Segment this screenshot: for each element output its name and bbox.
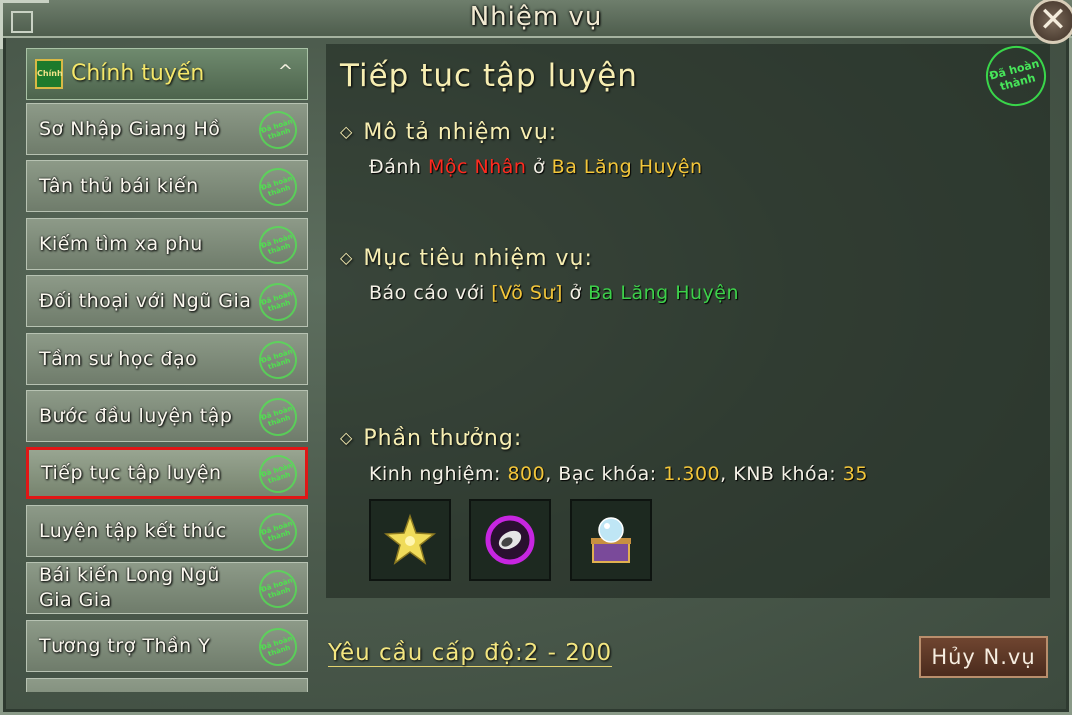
- description-heading: ◇ Mô tả nhiệm vụ:: [340, 120, 557, 145]
- target-location-link[interactable]: Ba Lăng Huyện: [552, 156, 703, 178]
- quest-label: Tương trợ Thần Y: [39, 634, 211, 657]
- knb-label: KNB khóa:: [733, 463, 837, 485]
- exp-value: 800: [507, 463, 546, 485]
- objective-text: Báo cáo với [Võ Sư] ở Ba Lăng Huyện: [369, 282, 739, 304]
- completed-stamp-icon: Đã hoàn thành: [254, 336, 302, 384]
- quest-item[interactable]: Sơ Nhập Giang Hồ Đã hoàn thành: [26, 103, 308, 155]
- quest-title: Tiếp tục tập luyện: [340, 58, 638, 94]
- npc-location-link[interactable]: Ba Lăng Huyện: [588, 282, 739, 304]
- crystal-chest-icon: [591, 517, 631, 563]
- rewards-text: Kinh nghiệm: 800, Bạc khóa: 1.300, KNB k…: [369, 463, 868, 485]
- description-verb: Đánh: [369, 156, 422, 178]
- reward-slot[interactable]: [469, 499, 551, 581]
- quest-label: Đối thoại với Ngũ Gia: [39, 289, 252, 312]
- corner-ornament-icon: [0, 0, 49, 49]
- silver-label: Bạc khóa:: [558, 463, 657, 485]
- diamond-bullet-icon: ◇: [340, 428, 354, 447]
- objective-verb: Báo cáo với: [369, 282, 485, 304]
- rewards-heading-text: Phần thưởng:: [363, 426, 523, 451]
- purple-orb-icon: [485, 515, 535, 565]
- category-label: Chính tuyến: [71, 61, 205, 86]
- completed-stamp-icon: Đã hoàn thành: [254, 393, 302, 441]
- reward-slot[interactable]: [570, 499, 652, 581]
- close-button[interactable]: ✕: [1030, 0, 1072, 44]
- target-monster-link[interactable]: Mộc Nhân: [428, 156, 526, 178]
- title-bar: Nhiệm vụ: [0, 0, 1072, 38]
- completed-stamp-icon: Đã hoàn thành: [254, 163, 302, 211]
- objective-heading-text: Mục tiêu nhiệm vụ:: [363, 246, 593, 271]
- completed-stamp-icon: Đã hoàn thành: [254, 221, 302, 269]
- quest-item[interactable]: Tân thủ bái kiến Đã hoàn thành: [26, 160, 308, 212]
- quest-item[interactable]: Bước đầu luyện tập Đã hoàn thành: [26, 390, 308, 442]
- diamond-bullet-icon: ◇: [340, 122, 354, 141]
- level-requirement: Yêu cầu cấp độ:2 - 200: [328, 640, 613, 667]
- quest-label: Tân thủ bái kiến: [39, 174, 199, 197]
- chevron-up-icon[interactable]: ^: [278, 61, 293, 82]
- quest-label: Luyện tập kết thúc: [39, 519, 227, 542]
- description-text: Đánh Mộc Nhân ở Ba Lăng Huyện: [369, 156, 703, 178]
- quest-item[interactable]: Tầm sư học đạo Đã hoàn thành: [26, 333, 308, 385]
- objective-prep: ở: [569, 282, 582, 304]
- main-quest-badge-icon: Chính: [35, 59, 63, 89]
- category-main-quest[interactable]: Chính Chính tuyến ^: [26, 48, 308, 100]
- quest-item[interactable]: Kiếm tìm xa phu Đã hoàn thành: [26, 218, 308, 270]
- completed-stamp-icon: Đã hoàn thành: [254, 508, 302, 556]
- quest-list: Chính Chính tuyến ^ Sơ Nhập Giang Hồ Đã …: [20, 44, 316, 692]
- diamond-bullet-icon: ◇: [340, 248, 354, 267]
- quest-item[interactable]: Luyện tập kết thúc Đã hoàn thành: [26, 505, 308, 557]
- objective-heading: ◇ Mục tiêu nhiệm vụ:: [340, 246, 593, 271]
- quest-label: Kiếm tìm xa phu: [39, 232, 203, 255]
- quest-label: Bái kiến Long Ngũ Gia Gia: [39, 564, 220, 611]
- knb-value: 35: [842, 463, 868, 485]
- rewards-heading: ◇ Phần thưởng:: [340, 426, 522, 451]
- completed-stamp-icon: Đã hoàn thành: [254, 278, 302, 326]
- quest-label: Tầm sư học đạo: [39, 347, 198, 370]
- npc-link[interactable]: [Võ Sư]: [491, 282, 563, 304]
- quest-label: Sơ Nhập Giang Hồ: [39, 117, 221, 140]
- exp-label: Kinh nghiệm:: [369, 463, 501, 485]
- silver-value: 1.300: [663, 463, 721, 485]
- level-value: 2 - 200: [523, 640, 613, 666]
- quest-item-selected[interactable]: Tiếp tục tập luyện Đã hoàn thành: [26, 447, 308, 499]
- completed-stamp-icon: Đã hoàn thành: [254, 450, 302, 498]
- completed-stamp-icon: Đã hoàn thành: [254, 565, 302, 613]
- window-title: Nhiệm vụ: [469, 2, 603, 32]
- description-heading-text: Mô tả nhiệm vụ:: [363, 120, 558, 145]
- quest-item[interactable]: Đối thoại với Ngũ Gia Đã hoàn thành: [26, 275, 308, 327]
- quest-window: Nhiệm vụ ✕ Chính Chính tuyến ^ Sơ Nhập G…: [0, 0, 1072, 715]
- completed-stamp-icon: Đã hoàn thành: [254, 106, 302, 154]
- completed-stamp-icon: Đã hoàn thành: [254, 623, 302, 671]
- cancel-quest-button[interactable]: Hủy N.vụ: [919, 636, 1048, 678]
- level-label: Yêu cầu cấp độ:: [328, 640, 524, 666]
- quest-item[interactable]: Bái kiến Long Ngũ Gia Gia Đã hoàn thành: [26, 562, 308, 614]
- quest-label: Bước đầu luyện tập: [39, 404, 233, 427]
- quest-item[interactable]: Tương trợ Thần Y Đã hoàn thành: [26, 620, 308, 672]
- reward-slot[interactable]: [369, 499, 451, 581]
- quest-item-partial[interactable]: [26, 678, 308, 692]
- completed-stamp-icon: Đã hoàn thành: [979, 39, 1053, 113]
- star-flower-icon: [383, 513, 437, 565]
- description-prep: ở: [533, 156, 546, 178]
- quest-label: Tiếp tục tập luyện: [41, 461, 222, 484]
- quest-detail-panel: Tiếp tục tập luyện Đã hoàn thành ◇ Mô tả …: [326, 39, 1053, 598]
